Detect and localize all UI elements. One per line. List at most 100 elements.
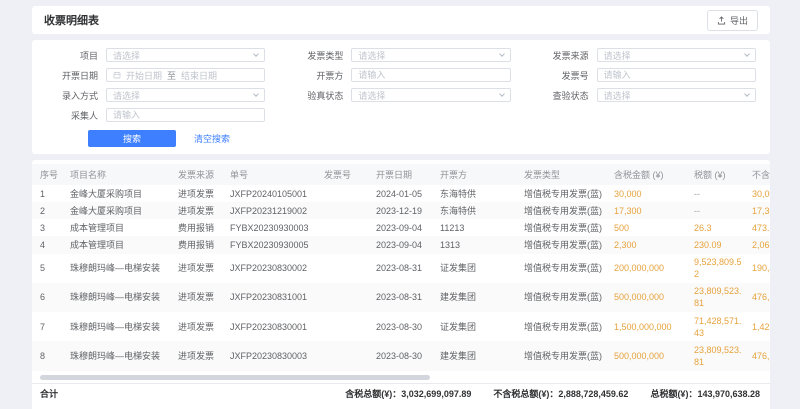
- verify-status-select-placeholder: 请选择: [358, 89, 385, 102]
- table-cell: 1: [32, 185, 66, 202]
- table-cell: [320, 341, 372, 370]
- filter-field-invoice-type: 发票类型 请选择: [291, 48, 510, 62]
- issuer-input[interactable]: [351, 68, 510, 82]
- table-row[interactable]: 2金峰大厦采购项目进项发票JXFP202312190022023-12-19东海…: [32, 202, 770, 219]
- table-cell: 200,000,000: [610, 254, 690, 283]
- table-cell: --: [690, 202, 748, 219]
- table-cell: 1,500,000,000: [610, 312, 690, 341]
- table-cell: 190,476,190.48: [748, 254, 770, 283]
- table-cell: JXFP20231219002: [226, 202, 320, 219]
- filter-field-project: 项目 请选择: [46, 48, 265, 62]
- table-cell: 476,190,476.19: [748, 283, 770, 312]
- filter-field-verify-status: 验真状态 请选择: [291, 88, 510, 102]
- table-cell: [320, 236, 372, 253]
- invoice-no-input[interactable]: [597, 68, 756, 82]
- entry-method-select[interactable]: 请选择: [106, 88, 265, 102]
- chevron-down-icon: [499, 51, 505, 57]
- chevron-down-icon: [253, 91, 259, 97]
- table-cell: 26.3: [690, 219, 748, 236]
- table-cell: 进项发票: [174, 254, 226, 283]
- clear-search-button[interactable]: 清空搜索: [188, 132, 236, 145]
- filter-panel: 项目 请选择 发票类型 请选择 发票来源 请选择: [32, 40, 770, 154]
- table-cell: JXFP20240105001: [226, 185, 320, 202]
- table-cell: 建发集团: [436, 341, 520, 370]
- table-cell: 建发集团: [436, 283, 520, 312]
- search-button[interactable]: 搜索: [88, 130, 176, 147]
- verify-status-select[interactable]: 请选择: [351, 88, 510, 102]
- summary-label: 合计: [32, 387, 58, 400]
- table-cell: 17,300: [610, 202, 690, 219]
- table-cell: 500,000,000: [610, 341, 690, 370]
- collector-input[interactable]: [106, 108, 265, 122]
- table-row[interactable]: 6珠穆朗玛峰—电梯安装进项发票JXFP202308310012023-08-31…: [32, 283, 770, 312]
- export-button[interactable]: 导出: [707, 10, 758, 31]
- entry-method-select-placeholder: 请选择: [113, 89, 140, 102]
- entry-method-label: 录入方式: [46, 89, 98, 102]
- table-cell: 4: [32, 236, 66, 253]
- table-row[interactable]: 1金峰大厦采购项目进项发票JXFP202401050012024-01-05东海…: [32, 185, 770, 202]
- invoice-type-label: 发票类型: [291, 49, 343, 62]
- table-cell: 费用报销: [174, 236, 226, 253]
- invoice-no-label: 发票号: [537, 69, 589, 82]
- horizontal-scrollbar[interactable]: [40, 375, 762, 380]
- table-cell: 1313: [436, 236, 520, 253]
- table-cell: [320, 283, 372, 312]
- table-cell: 476,190,476.19: [748, 341, 770, 370]
- invoice-table: 序号项目名称发票来源单号发票号开票日期开票方发票类型含税金额 (¥)税额 (¥)…: [32, 164, 770, 371]
- table-cell: [320, 254, 372, 283]
- table-row[interactable]: 4成本管理项目费用报销FYBX202309300052023-09-041313…: [32, 236, 770, 253]
- summary-item: 总税额(¥)：143,970,638.28: [650, 387, 760, 400]
- column-header: 单号: [226, 164, 320, 185]
- filter-field-issuer: 开票方: [291, 68, 510, 82]
- column-header: 不含税金额 (¥): [748, 164, 770, 185]
- table-cell: JXFP20230830003: [226, 341, 320, 370]
- column-header: 含税金额 (¥): [610, 164, 690, 185]
- project-select[interactable]: 请选择: [106, 48, 265, 62]
- summary-totals: 含税总额(¥)：3,032,699,097.89不含税总额(¥)：2,888,7…: [345, 387, 770, 400]
- check-status-label: 查验状态: [537, 89, 589, 102]
- table-cell: 珠穆朗玛峰—电梯安装: [66, 341, 174, 370]
- table-cell: 进项发票: [174, 185, 226, 202]
- table-cell: 增值税专用发票(蓝): [520, 254, 610, 283]
- table-cell: 1,428,571,428.57: [748, 312, 770, 341]
- column-header: 序号: [32, 164, 66, 185]
- table-cell: 珠穆朗玛峰—电梯安装: [66, 254, 174, 283]
- invoice-type-select[interactable]: 请选择: [351, 48, 510, 62]
- invoice-source-label: 发票来源: [537, 49, 589, 62]
- table-row[interactable]: 7珠穆朗玛峰—电梯安装进项发票JXFP202308300012023-08-30…: [32, 312, 770, 341]
- table-cell: [320, 219, 372, 236]
- project-label: 项目: [46, 49, 98, 62]
- table-cell: 23,809,523.81: [690, 283, 748, 312]
- table-cell: FYBX20230930005: [226, 236, 320, 253]
- export-icon: [717, 16, 726, 25]
- chevron-down-icon: [744, 51, 750, 57]
- check-status-select-placeholder: 请选择: [604, 89, 631, 102]
- table-cell: 230.09: [690, 236, 748, 253]
- project-select-placeholder: 请选择: [113, 49, 140, 62]
- table-cell: 费用报销: [174, 219, 226, 236]
- column-header: 开票日期: [372, 164, 436, 185]
- table-cell: 东海特供: [436, 185, 520, 202]
- invoice-date-range[interactable]: 开始日期 至 结束日期: [106, 68, 265, 82]
- table-cell: 2023-08-30: [372, 312, 436, 341]
- table-cell: 71,428,571.43: [690, 312, 748, 341]
- invoice-date-label: 开票日期: [46, 69, 98, 82]
- table-cell: 9,523,809.52: [690, 254, 748, 283]
- filter-field-entry-method: 录入方式 请选择: [46, 88, 265, 102]
- verify-status-label: 验真状态: [291, 89, 343, 102]
- table-cell: 金峰大厦采购项目: [66, 185, 174, 202]
- column-header: 税额 (¥): [690, 164, 748, 185]
- check-status-select[interactable]: 请选择: [597, 88, 756, 102]
- scrollbar-thumb[interactable]: [40, 375, 430, 380]
- table-row[interactable]: 3成本管理项目费用报销FYBX202309300032023-09-041121…: [32, 219, 770, 236]
- table-cell: 17,300: [748, 202, 770, 219]
- table-cell: 进项发票: [174, 283, 226, 312]
- page: 收票明细表 导出 项目 请选择 发票类型 请选择: [0, 0, 800, 409]
- table-row[interactable]: 5珠穆朗玛峰—电梯安装进项发票JXFP202308300022023-08-31…: [32, 254, 770, 283]
- table-cell: 东海特供: [436, 202, 520, 219]
- table-row[interactable]: 8珠穆朗玛峰—电梯安装进项发票JXFP202308300032023-08-30…: [32, 341, 770, 370]
- invoice-type-select-placeholder: 请选择: [358, 49, 385, 62]
- table-cell: 成本管理项目: [66, 236, 174, 253]
- invoice-source-select[interactable]: 请选择: [597, 48, 756, 62]
- title-bar: 收票明细表 导出: [32, 6, 770, 34]
